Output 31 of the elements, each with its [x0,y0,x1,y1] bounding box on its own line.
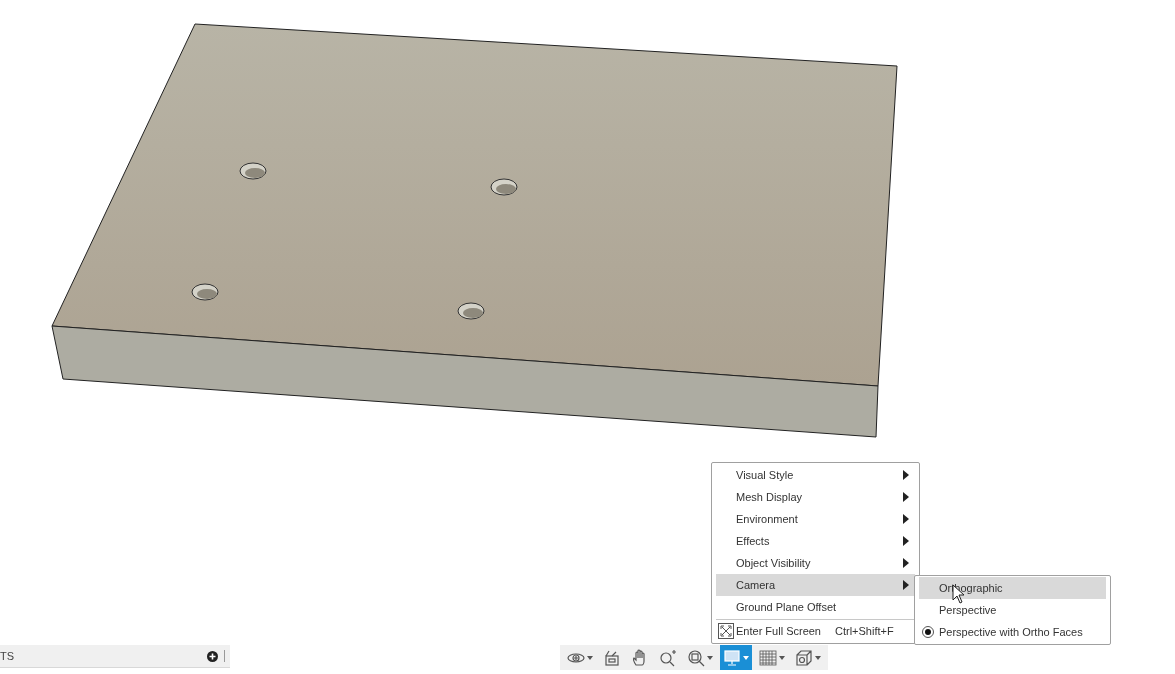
submenu-arrow-icon [903,514,909,524]
caret-icon [743,655,749,660]
menu-item[interactable]: Ground Plane Offset [716,596,915,618]
monitor-icon [723,648,741,667]
caret-icon [815,655,821,660]
menu-item[interactable]: Environment [716,508,915,530]
toolbar-button[interactable] [720,645,752,670]
caret-icon [779,655,785,660]
zoom-window-icon [687,648,705,667]
submenu-arrow-icon [903,492,909,502]
look-at-icon [603,648,621,667]
view-cube-icon [795,648,813,667]
menu-item[interactable]: Enter Full Screen Ctrl+Shift+F [716,619,915,642]
zoom-icon [659,648,677,667]
add-icon[interactable] [207,650,218,662]
menu-item[interactable]: Mesh Display [716,486,915,508]
fullscreen-icon [718,623,734,639]
menu-item[interactable]: Perspective [919,599,1106,621]
panel-title: TS [0,650,16,662]
menu-item[interactable]: Visual Style [716,464,915,486]
submenu-arrow-icon [903,558,909,568]
caret-icon [587,655,593,660]
menu-item[interactable]: Object Visibility [716,552,915,574]
submenu-arrow-icon [903,580,909,590]
caret-icon [707,655,713,660]
grid-icon [759,648,777,667]
menu-item[interactable]: Effects [716,530,915,552]
submenu-arrow-icon [903,536,909,546]
submenu-arrow-icon [903,470,909,480]
menu-item[interactable]: Camera [716,574,915,596]
menu-item[interactable]: Perspective with Ortho Faces [919,621,1106,643]
